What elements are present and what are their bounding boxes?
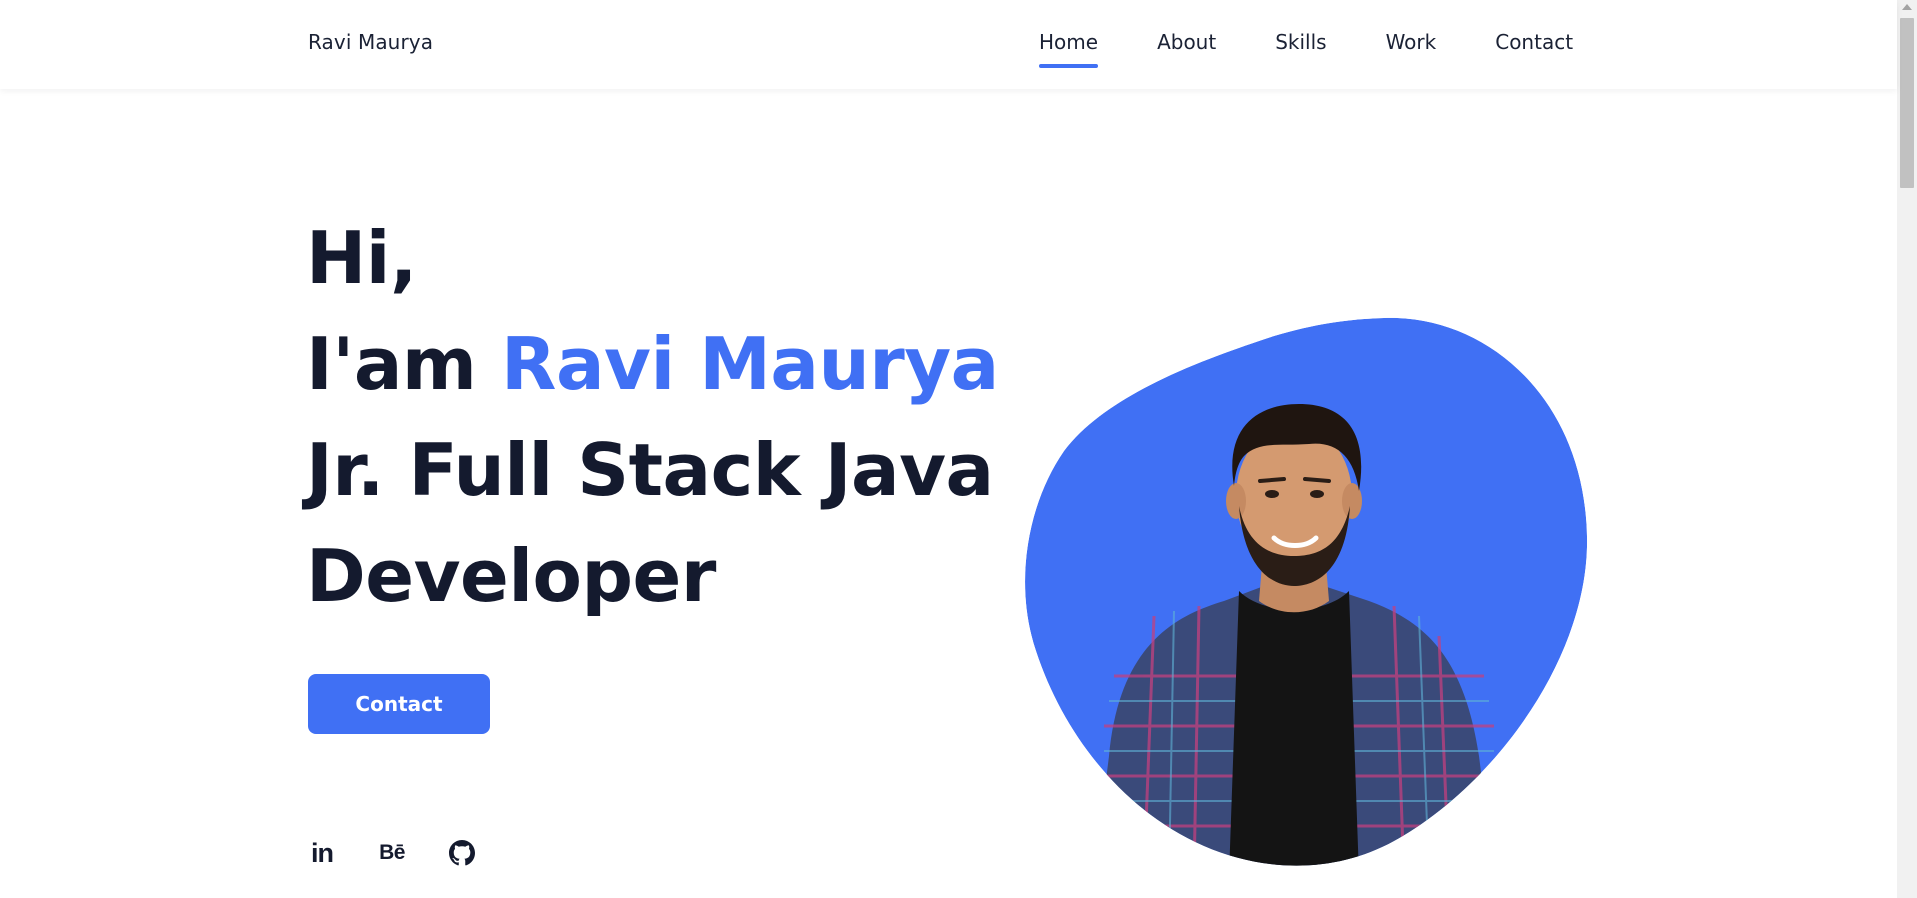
page-scrollbar[interactable] [1897, 0, 1917, 898]
portfolio-page: Ravi Maurya Home About Skills Work Conta… [0, 0, 1917, 898]
site-header: Ravi Maurya Home About Skills Work Conta… [0, 0, 1897, 89]
hero-greeting: Hi, [306, 216, 417, 300]
contact-button[interactable]: Contact [308, 674, 490, 734]
linkedin-glyph: in [311, 837, 334, 868]
hero-portrait [1025, 317, 1588, 866]
hero-name: Ravi Maurya [501, 322, 999, 406]
hero-role-line-2: Developer [306, 534, 716, 618]
social-links: in Bē [308, 838, 518, 868]
nav-item-work[interactable]: Work [1386, 30, 1437, 54]
nav-item-home[interactable]: Home [1039, 30, 1099, 68]
nav-item-about[interactable]: About [1157, 30, 1216, 54]
github-mark [449, 840, 475, 866]
github-icon[interactable] [448, 838, 476, 868]
main-nav: Home About Skills Work Contact [1039, 30, 1573, 68]
nav-item-contact[interactable]: Contact [1495, 30, 1573, 54]
hero-intro-line: I'am Ravi Maurya [306, 311, 999, 417]
linkedin-icon[interactable]: in [308, 838, 336, 868]
portrait-tshirt [1229, 591, 1359, 866]
hero-heading: Hi, I'am Ravi Maurya Jr. Full Stack Java… [306, 205, 999, 629]
behance-glyph: Bē [379, 841, 405, 864]
hero-intro-prefix: I'am [306, 322, 502, 406]
nav-item-skills[interactable]: Skills [1275, 30, 1326, 54]
brand-logo-text[interactable]: Ravi Maurya [308, 30, 433, 54]
scroll-thumb[interactable] [1900, 18, 1914, 188]
hero-role-line-1: Jr. Full Stack Java [306, 428, 994, 512]
behance-icon[interactable]: Bē [378, 838, 406, 868]
scroll-up-icon[interactable] [1902, 4, 1912, 10]
